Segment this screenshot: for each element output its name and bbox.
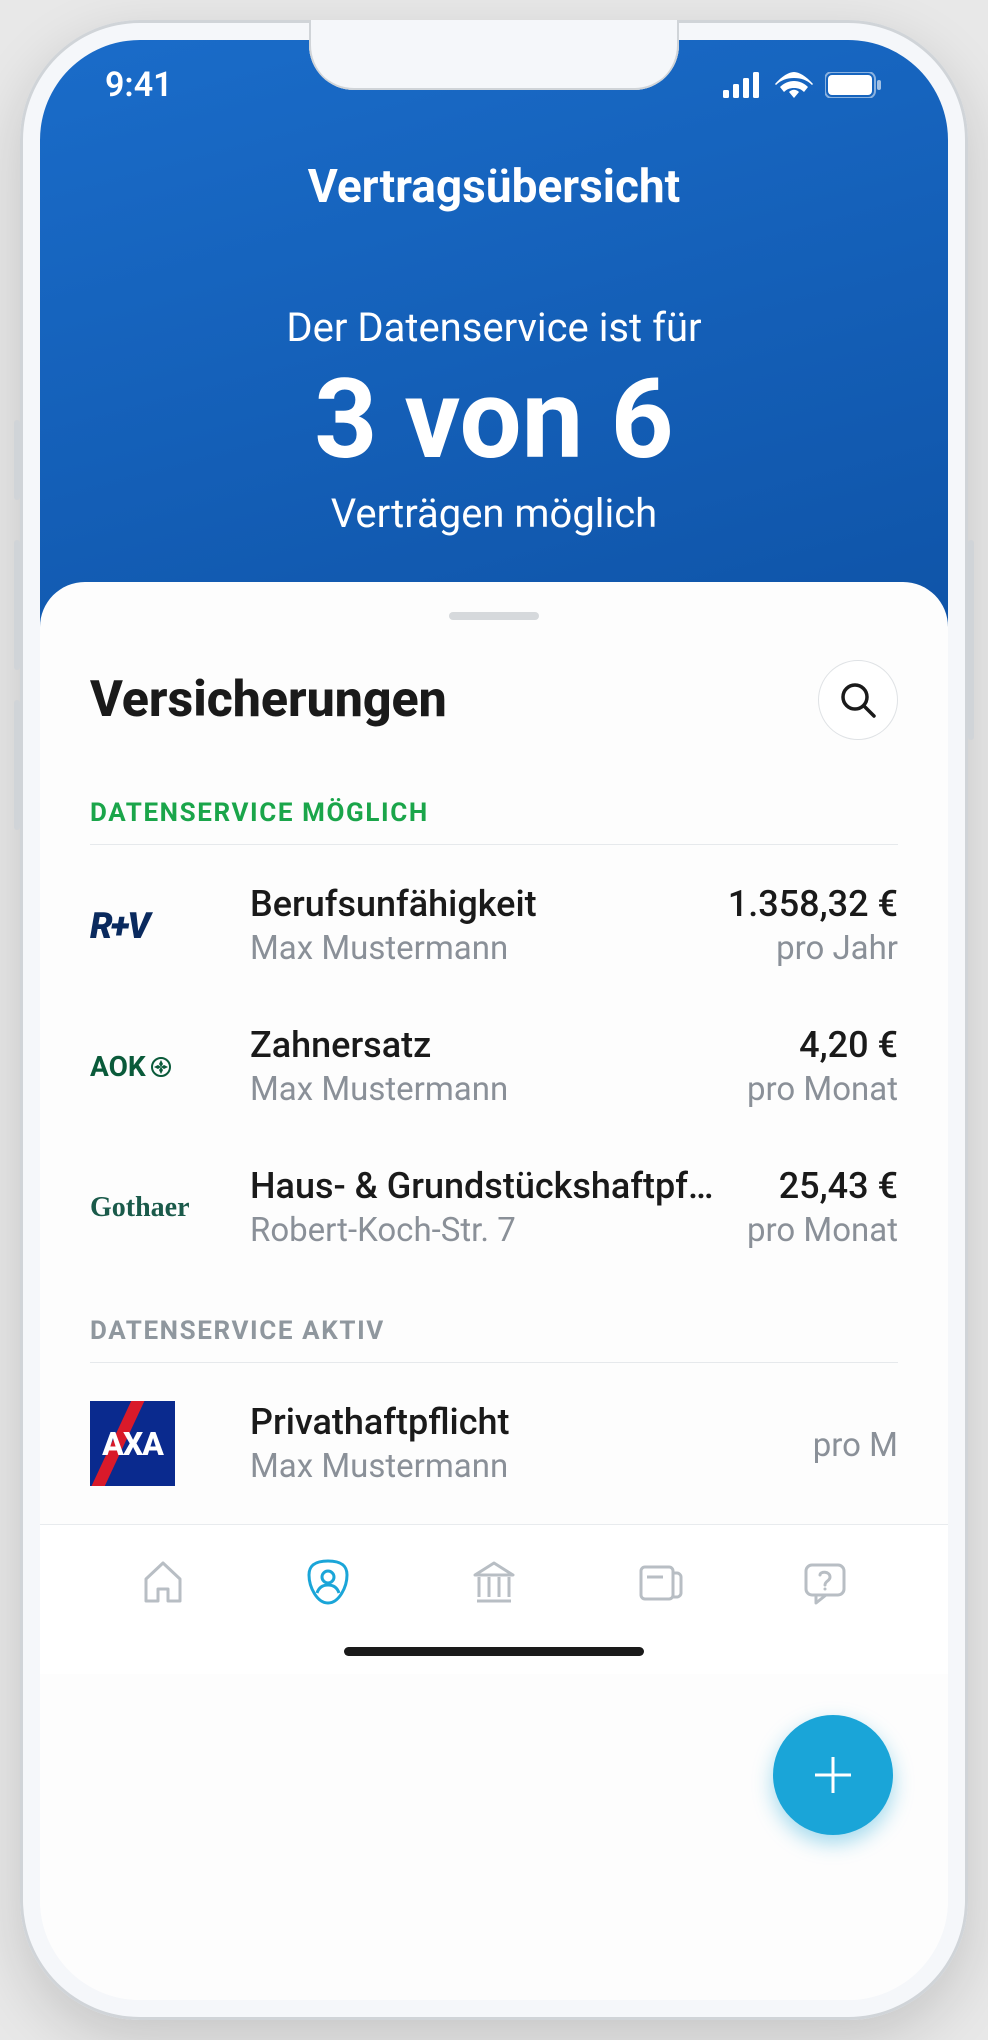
side-button [968,540,974,740]
item-sub: Max Mustermann [250,1070,717,1109]
side-button [14,700,20,830]
item-title: Berufsunfähigkeit [250,883,698,925]
search-icon [838,680,878,720]
item-main: Zahnersatz Max Mustermann [250,1024,717,1109]
drag-handle[interactable] [449,612,539,620]
side-button [14,540,20,670]
item-amount: 1.358,32 € [728,883,898,925]
tab-card[interactable] [625,1547,695,1617]
content-sheet: Versicherungen DATENSERVICE MÖGLICH R+V … [40,582,948,2000]
axa-logo: AXA [90,1401,175,1486]
battery-icon [825,72,883,98]
list-item[interactable]: AOK Zahnersatz Max Mustermann 4,20 € pro… [40,996,948,1137]
bank-icon [469,1557,519,1607]
tab-profile[interactable] [293,1547,363,1617]
item-price: 1.358,32 € pro Jahr [728,883,898,968]
item-price: pro M [813,1422,898,1465]
item-period: pro Monat [747,1070,898,1109]
item-sub: Max Mustermann [250,1447,783,1486]
item-price: 25,43 € pro Monat [747,1165,898,1250]
item-main: Berufsunfähigkeit Max Mustermann [250,883,698,968]
home-icon [138,1557,188,1607]
provider-logo: AXA [90,1404,220,1484]
list-item[interactable]: Gothaer Haus- & Grundstückshaftpf... Rob… [40,1137,948,1278]
item-title: Haus- & Grundstückshaftpf... [250,1165,717,1207]
provider-logo: R+V [90,886,220,966]
plus-icon [805,1747,861,1803]
notch [309,20,679,90]
header-count: 3 von 6 [90,359,898,480]
item-sub: Robert-Koch-Str. 7 [250,1211,717,1250]
item-title: Zahnersatz [250,1024,717,1066]
list: AXA Privathaftpflicht Max Mustermann pro… [40,1363,948,1524]
gothaer-logo: Gothaer [90,1192,190,1224]
item-amount: 4,20 € [747,1024,898,1066]
aok-logo: AOK [90,1050,172,1083]
rv-logo: R+V [90,905,149,947]
wifi-icon [775,72,813,98]
page-title: Vertragsübersicht [90,160,898,214]
item-amount: 25,43 € [747,1165,898,1207]
tab-bank[interactable] [459,1547,529,1617]
list-item[interactable]: AXA Privathaftpflicht Max Mustermann pro… [40,1373,948,1514]
sheet-title: Versicherungen [90,671,447,729]
tab-bar [40,1524,948,1674]
item-main: Privathaftpflicht Max Mustermann [250,1401,783,1486]
add-button[interactable] [773,1715,893,1835]
header-line1: Der Datenservice ist für [90,304,898,351]
item-period: pro Jahr [728,929,898,968]
list-item[interactable]: R+V Berufsunfähigkeit Max Mustermann 1.3… [40,855,948,996]
home-indicator[interactable] [344,1647,644,1656]
help-icon [800,1557,850,1607]
item-main: Haus- & Grundstückshaftpf... Robert-Koch… [250,1165,717,1250]
tab-home[interactable] [128,1547,198,1617]
section-label: DATENSERVICE AKTIV [90,1288,898,1363]
section-label: DATENSERVICE MÖGLICH [90,770,898,845]
profile-icon [303,1557,353,1607]
item-period: pro Monat [747,1211,898,1250]
side-button [14,420,20,500]
cellular-icon [723,72,763,98]
item-price: 4,20 € pro Monat [747,1024,898,1109]
phone-frame: 9:41 Vertragsübersicht Der Datenservice … [20,20,968,2020]
status-icons [723,72,883,98]
provider-logo: AOK [90,1027,220,1107]
search-button[interactable] [818,660,898,740]
list: R+V Berufsunfähigkeit Max Mustermann 1.3… [40,845,948,1288]
sheet-header: Versicherungen [40,650,948,770]
status-time: 9:41 [105,65,173,105]
header-line2: Verträgen möglich [90,490,898,537]
screen: 9:41 Vertragsübersicht Der Datenservice … [40,40,948,2000]
card-icon [635,1557,685,1607]
item-title: Privathaftpflicht [250,1401,783,1443]
provider-logo: Gothaer [90,1168,220,1248]
item-sub: Max Mustermann [250,929,698,968]
item-period: pro M [813,1426,898,1465]
tab-help[interactable] [790,1547,860,1617]
